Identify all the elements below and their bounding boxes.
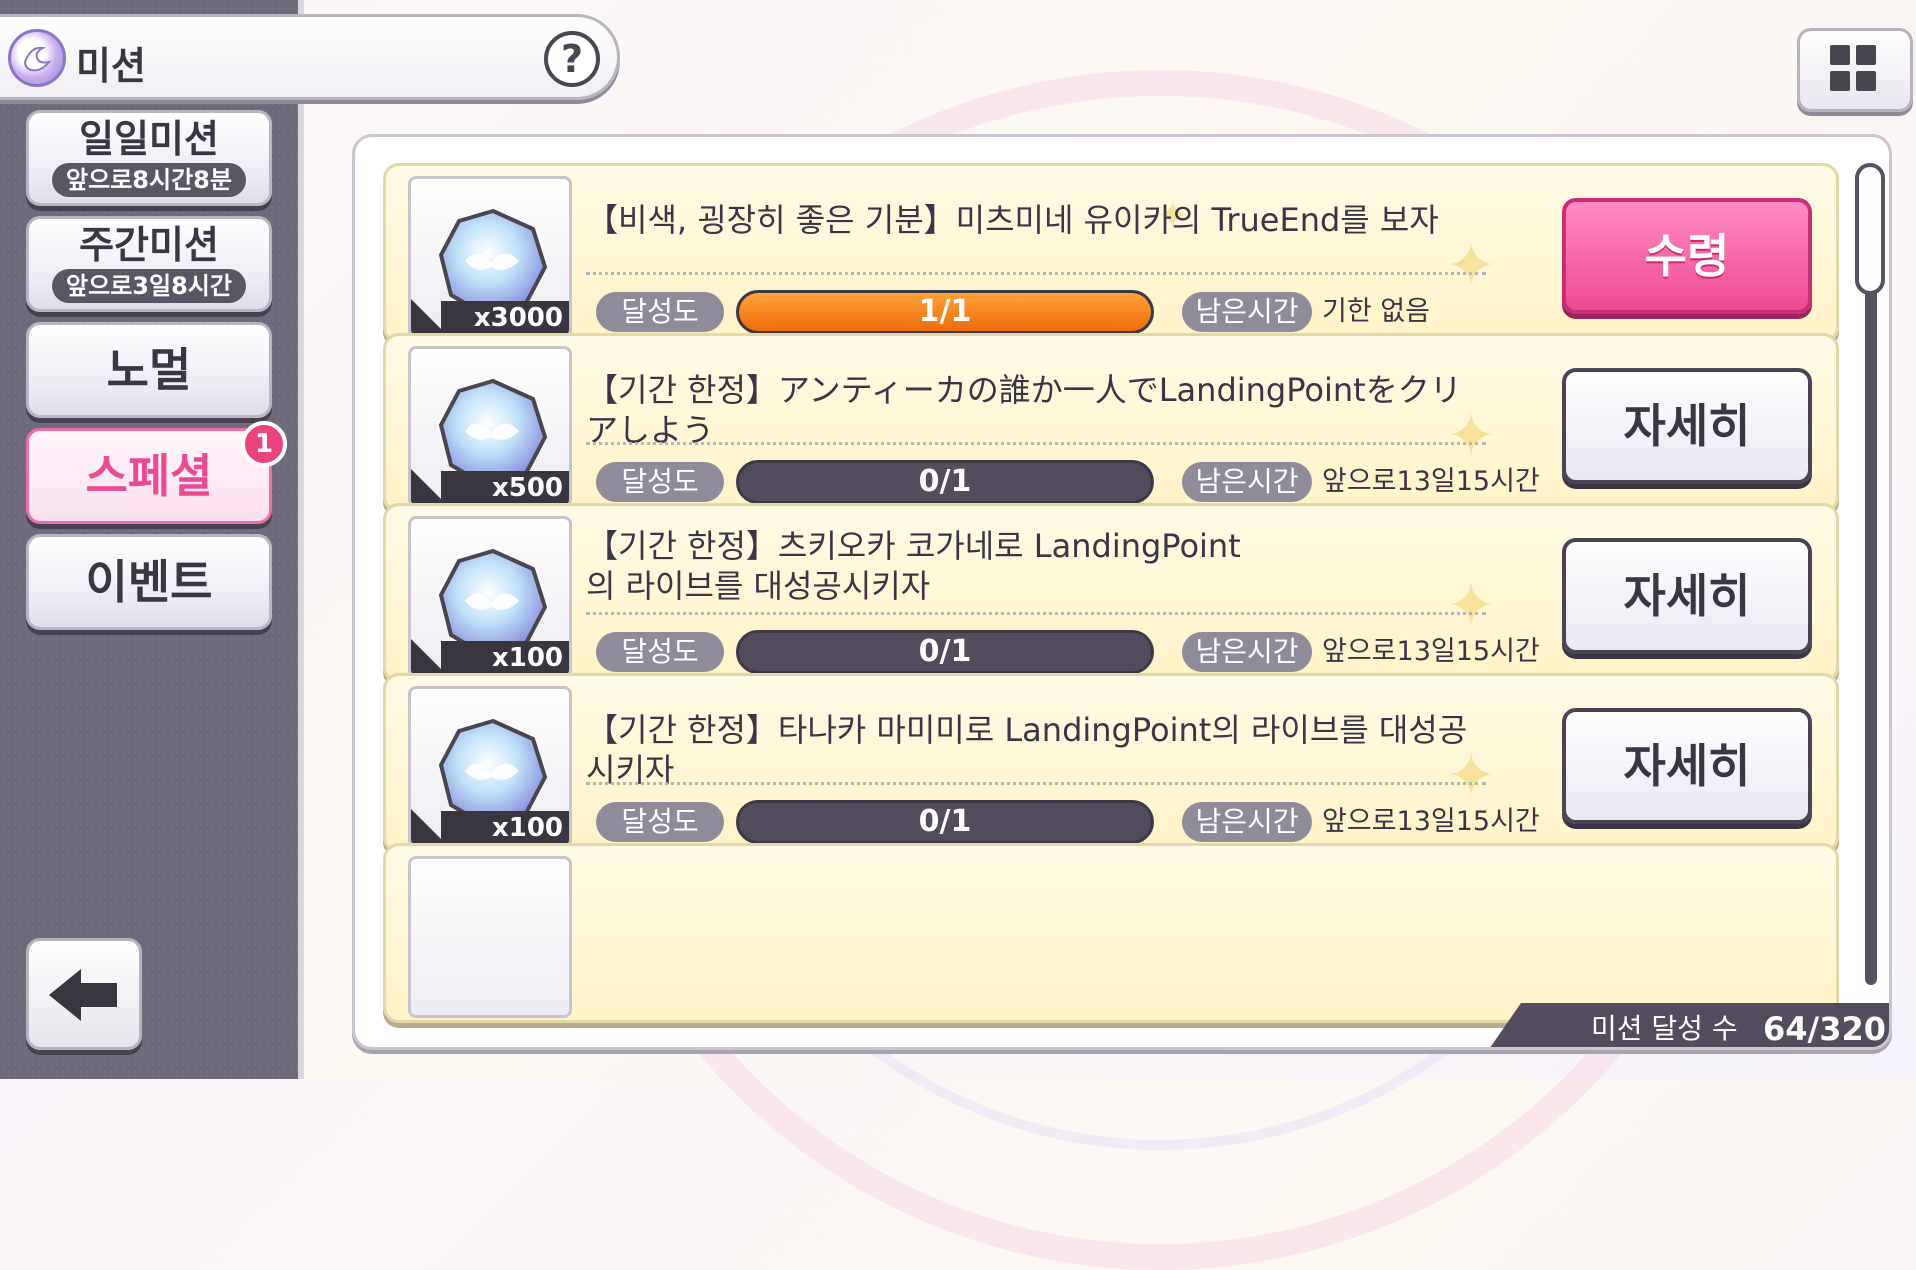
help-button[interactable]: ? [544,31,600,87]
progress-bar: 0/1 [736,460,1154,504]
remaining-time-value: 앞으로13일15시간 [1322,466,1540,497]
scrollbar-thumb[interactable] [1855,163,1885,295]
details-button[interactable]: 자세히 [1562,538,1812,654]
mission-title: 【기간 한정】アンティーカの誰か一人でLandingPointをクリアしよう [586,371,1462,449]
reward-item[interactable]: x3000 [408,176,572,338]
header: 미션 ? [0,14,620,100]
remaining-time-value: 앞으로13일15시간 [1322,806,1540,837]
page-title: 미션 [76,44,146,88]
mission-card: ✦ x100 【기간 한정】츠키오카 코가네로 LandingPoint의 라이… [383,503,1839,683]
mission-count-label: 미션 달성 수 [1591,1012,1738,1045]
mission-panel: ✦ ✦ x3000 【비색, 굉장히 좋은 기분】미츠미네 유이카의 TrueE… [352,134,1892,1050]
back-arrow-icon [49,969,117,1021]
mission-card-partial [383,843,1839,1023]
tab-weekly-mission[interactable]: 주간미션 앞으로3일8시간 [26,216,272,312]
tab-label: 노멀 [106,343,192,397]
tab-special[interactable]: 스페셜 1 [26,421,287,524]
mission-card: ✦ x500 【기간 한정】アンティーカの誰か一人でLandingPointをク… [383,333,1839,513]
remaining-time-value: 기한 없음 [1322,296,1430,327]
mission-list: ✦ ✦ x3000 【비색, 굉장히 좋은 기분】미츠미네 유이카의 TrueE… [355,137,1855,1047]
achievement-label: 달성도 [596,802,724,842]
tab-timer: 앞으로3일8시간 [52,269,246,303]
achievement-label: 달성도 [596,462,724,502]
tab-label: 이벤트 [85,555,213,609]
reward-item[interactable]: x100 [408,516,572,678]
progress-text: 1/1 [918,294,972,329]
mission-card: ✦ x100 【기간 한정】타나카 마미미로 LandingPoint의 라이브… [383,673,1839,853]
details-button[interactable]: 자세히 [1562,368,1812,484]
progress-bar: 0/1 [736,800,1154,844]
progress-bar: 0/1 [736,630,1154,674]
tab-daily-mission[interactable]: 일일미션 앞으로8시간8분 [26,110,272,206]
divider [586,272,1486,275]
mission-count-value: 64/320 [1763,1010,1887,1048]
remaining-time-label: 남은시간 [1182,802,1312,842]
achievement-label: 달성도 [596,292,724,332]
remaining-time-label: 남은시간 [1182,632,1312,672]
reward-quantity: x3000 [473,303,563,333]
tab-label: 일일미션 [79,117,219,161]
reward-item[interactable] [408,856,572,1018]
divider [586,782,1486,785]
tab-timer: 앞으로8시간8분 [52,163,246,197]
progress-text: 0/1 [918,634,972,669]
mission-title: 【비색, 굉장히 좋은 기분】미츠미네 유이카의 TrueEnd를 보자 [586,201,1439,239]
details-button[interactable]: 자세히 [1562,708,1812,824]
remaining-time-label: 남은시간 [1182,462,1312,502]
progress-text: 0/1 [918,464,972,499]
divider [586,612,1486,615]
sidebar: 일일미션 앞으로8시간8분 주간미션 앞으로3일8시간 노멀 스페셜 1 이벤트 [0,0,304,1079]
mission-icon [8,29,66,87]
notification-badge: 1 [241,421,287,467]
mission-card: ✦ ✦ x3000 【비색, 굉장히 좋은 기분】미츠미네 유이카의 TrueE… [383,163,1839,343]
reward-quantity: x100 [491,813,563,843]
mission-title: 【기간 한정】타나카 마미미로 LandingPoint의 라이브를 대성공시키… [586,711,1468,789]
progress-text: 0/1 [918,804,972,839]
claim-button[interactable]: 수령 [1562,198,1812,314]
grid-menu-button[interactable] [1797,28,1913,112]
tab-event[interactable]: 이벤트 [26,534,272,630]
back-button[interactable] [26,938,142,1050]
reward-quantity: x100 [491,643,563,673]
remaining-time-value: 앞으로13일15시간 [1322,636,1540,667]
tab-label: 주간미션 [79,223,219,267]
divider [586,442,1486,445]
remaining-time-label: 남은시간 [1182,292,1312,332]
reward-quantity: x500 [491,473,563,503]
reward-item[interactable]: x500 [408,346,572,508]
tab-label: 스페셜 [85,449,213,503]
mission-title: 【기간 한정】츠키오카 코가네로 LandingPoint의 라이브를 대성공시… [586,527,1241,605]
progress-bar: 1/1 [736,290,1154,334]
achievement-label: 달성도 [596,632,724,672]
reward-item[interactable]: x100 [408,686,572,848]
tab-normal[interactable]: 노멀 [26,322,272,418]
